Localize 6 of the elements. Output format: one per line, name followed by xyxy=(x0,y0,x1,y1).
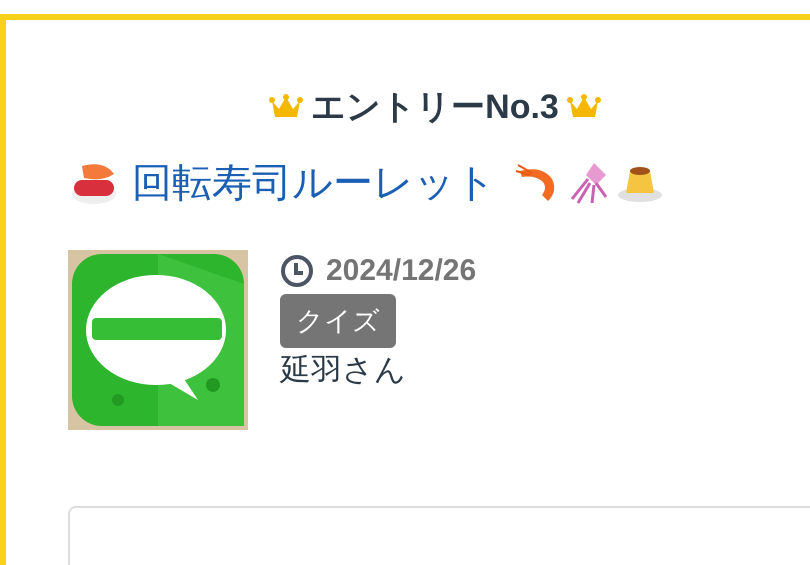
entry-title-link[interactable]: 回転寿司ルーレット xyxy=(132,163,496,203)
entry-heading: エントリーNo.3 xyxy=(311,90,559,124)
clock-icon xyxy=(280,254,314,288)
author-name: 延羽さん xyxy=(280,354,406,385)
category-tag[interactable]: クイズ xyxy=(280,294,396,348)
entry-date: 2024/12/26 xyxy=(326,256,476,286)
